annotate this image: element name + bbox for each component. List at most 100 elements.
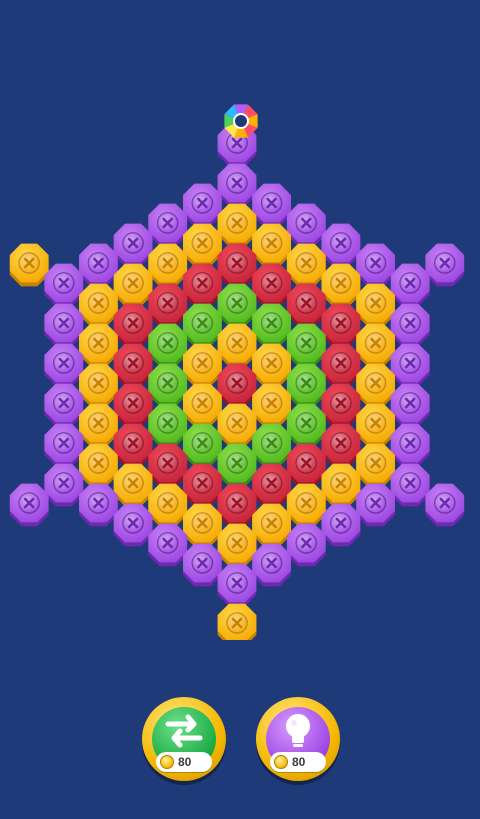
hint-button[interactable]: 80 xyxy=(256,697,340,781)
yellow-screw-piece[interactable] xyxy=(356,443,395,487)
purple-screw-piece[interactable] xyxy=(286,203,326,247)
purple-screw-piece[interactable] xyxy=(425,483,465,527)
purple-screw-piece[interactable] xyxy=(356,483,395,527)
red-screw-piece[interactable] xyxy=(286,283,326,327)
purple-screw-piece[interactable] xyxy=(113,503,153,547)
yellow-screw-piece[interactable] xyxy=(217,603,257,640)
purple-screw-piece[interactable] xyxy=(252,543,291,587)
purple-screw-piece[interactable] xyxy=(425,243,465,287)
red-screw-piece[interactable] xyxy=(286,443,326,487)
yellow-screw-piece[interactable] xyxy=(217,203,257,247)
purple-screw-piece[interactable] xyxy=(79,483,118,527)
yellow-screw-piece[interactable] xyxy=(252,503,291,547)
purple-screw-piece[interactable] xyxy=(44,463,84,507)
red-screw-piece[interactable] xyxy=(252,263,291,307)
purple-screw-piece[interactable] xyxy=(390,303,430,347)
red-screw-piece[interactable] xyxy=(148,283,188,327)
yellow-screw-piece[interactable] xyxy=(79,283,118,327)
yellow-screw-piece[interactable] xyxy=(217,523,257,567)
yellow-screw-piece[interactable] xyxy=(79,403,118,447)
yellow-screw-piece[interactable] xyxy=(356,363,395,407)
green-screw-piece[interactable] xyxy=(183,303,222,347)
green-screw-piece[interactable] xyxy=(217,283,257,327)
yellow-screw-piece[interactable] xyxy=(148,243,188,287)
swap-button[interactable]: 80 xyxy=(142,697,226,781)
yellow-screw-piece[interactable] xyxy=(217,323,257,367)
yellow-screw-piece[interactable] xyxy=(252,383,291,427)
coin-icon xyxy=(274,755,288,769)
purple-screw-piece[interactable] xyxy=(390,263,430,307)
purple-screw-piece[interactable] xyxy=(356,243,395,287)
red-screw-piece[interactable] xyxy=(113,303,153,347)
yellow-screw-piece[interactable] xyxy=(252,223,291,267)
green-screw-piece[interactable] xyxy=(183,423,222,467)
green-screw-piece[interactable] xyxy=(148,403,188,447)
green-screw-piece[interactable] xyxy=(217,443,257,487)
green-screw-piece[interactable] xyxy=(286,403,326,447)
purple-screw-piece[interactable] xyxy=(286,523,326,567)
purple-screw-piece[interactable] xyxy=(9,483,49,527)
red-screw-piece[interactable] xyxy=(321,303,361,347)
purple-screw-piece[interactable] xyxy=(44,383,84,427)
purple-screw-piece[interactable] xyxy=(183,183,222,227)
yellow-screw-piece[interactable] xyxy=(217,403,257,447)
yellow-screw-piece[interactable] xyxy=(148,483,188,527)
green-screw-piece[interactable] xyxy=(286,323,326,367)
yellow-screw-piece[interactable] xyxy=(79,323,118,367)
yellow-screw-piece[interactable] xyxy=(9,243,49,287)
purple-screw-piece[interactable] xyxy=(44,263,84,307)
purple-screw-piece[interactable] xyxy=(390,383,430,427)
purple-screw-piece[interactable] xyxy=(148,203,188,247)
red-screw-piece[interactable] xyxy=(217,363,257,407)
yellow-screw-piece[interactable] xyxy=(113,263,153,307)
yellow-screw-piece[interactable] xyxy=(252,343,291,387)
purple-screw-piece[interactable] xyxy=(44,423,84,467)
red-screw-piece[interactable] xyxy=(183,263,222,307)
yellow-screw-piece[interactable] xyxy=(79,443,118,487)
purple-screw-piece[interactable] xyxy=(252,183,291,227)
red-screw-piece[interactable] xyxy=(321,383,361,427)
purple-screw-piece[interactable] xyxy=(44,303,84,347)
red-screw-piece[interactable] xyxy=(321,423,361,467)
purple-screw-piece[interactable] xyxy=(390,343,430,387)
yellow-screw-piece[interactable] xyxy=(183,383,222,427)
yellow-screw-piece[interactable] xyxy=(286,483,326,527)
yellow-screw-piece[interactable] xyxy=(286,243,326,287)
yellow-screw-piece[interactable] xyxy=(321,263,361,307)
purple-screw-piece[interactable] xyxy=(113,223,153,267)
purple-screw-piece[interactable] xyxy=(79,243,118,287)
red-screw-piece[interactable] xyxy=(148,443,188,487)
purple-screw-piece[interactable] xyxy=(217,563,257,607)
yellow-screw-piece[interactable] xyxy=(321,463,361,507)
purple-screw-piece[interactable] xyxy=(183,543,222,587)
red-screw-piece[interactable] xyxy=(217,243,257,287)
red-screw-piece[interactable] xyxy=(252,463,291,507)
purple-screw-piece[interactable] xyxy=(390,423,430,467)
yellow-screw-piece[interactable] xyxy=(356,403,395,447)
purple-screw-piece[interactable] xyxy=(148,523,188,567)
red-screw-piece[interactable] xyxy=(183,463,222,507)
green-screw-piece[interactable] xyxy=(148,363,188,407)
yellow-screw-piece[interactable] xyxy=(79,363,118,407)
green-screw-piece[interactable] xyxy=(252,423,291,467)
yellow-screw-piece[interactable] xyxy=(113,463,153,507)
yellow-screw-piece[interactable] xyxy=(356,323,395,367)
purple-screw-piece[interactable] xyxy=(390,463,430,507)
purple-screw-piece[interactable] xyxy=(217,163,257,207)
purple-screw-piece[interactable] xyxy=(321,503,361,547)
red-screw-piece[interactable] xyxy=(113,343,153,387)
red-screw-piece[interactable] xyxy=(321,343,361,387)
red-screw-piece[interactable] xyxy=(113,423,153,467)
red-screw-piece[interactable] xyxy=(113,383,153,427)
yellow-screw-piece[interactable] xyxy=(356,283,395,327)
coin-icon xyxy=(160,755,174,769)
yellow-screw-piece[interactable] xyxy=(183,503,222,547)
purple-screw-piece[interactable] xyxy=(44,343,84,387)
yellow-screw-piece[interactable] xyxy=(183,223,222,267)
purple-screw-piece[interactable] xyxy=(321,223,361,267)
green-screw-piece[interactable] xyxy=(286,363,326,407)
red-screw-piece[interactable] xyxy=(217,483,257,527)
green-screw-piece[interactable] xyxy=(252,303,291,347)
green-screw-piece[interactable] xyxy=(148,323,188,367)
yellow-screw-piece[interactable] xyxy=(183,343,222,387)
